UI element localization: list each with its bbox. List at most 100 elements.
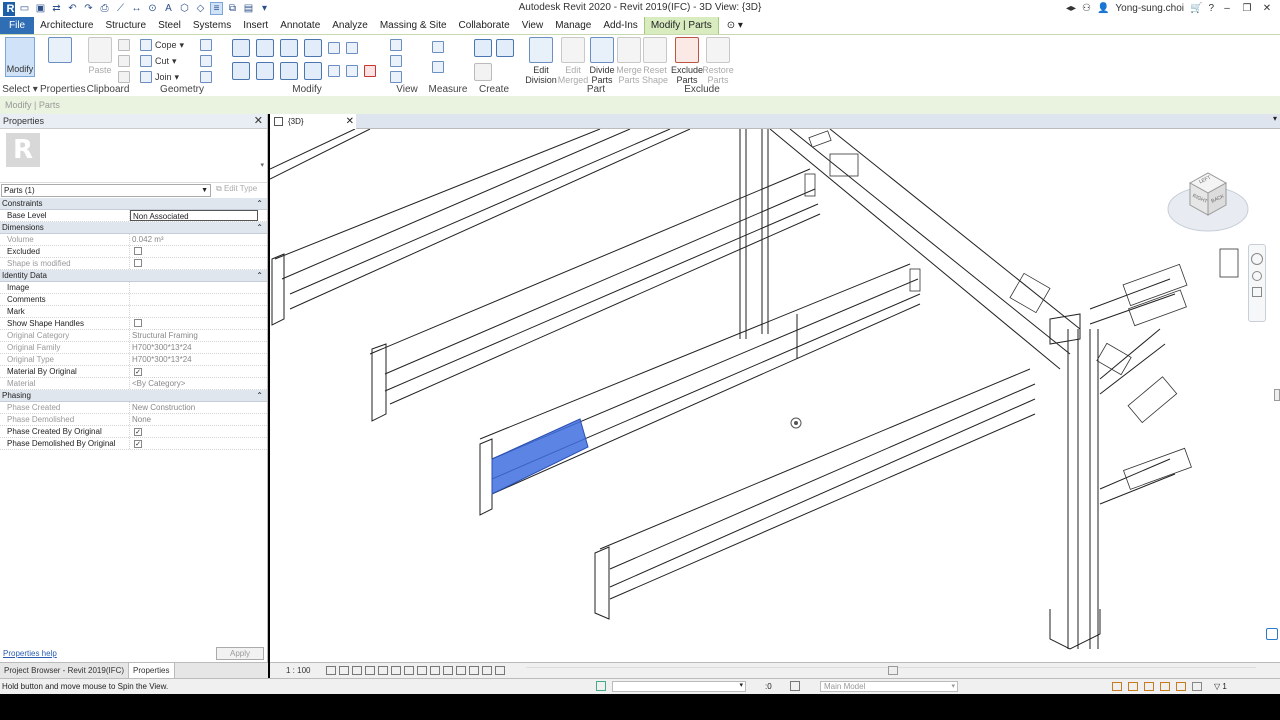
split-face-icon[interactable] xyxy=(200,39,212,51)
customize-qat-icon[interactable]: ▾ xyxy=(258,2,271,15)
instance-filter-select[interactable]: Parts (1) ▼ xyxy=(1,184,211,197)
reveal-hidden-icon[interactable] xyxy=(443,666,453,675)
revit-logo-icon[interactable]: R xyxy=(3,1,15,16)
demolish-icon[interactable] xyxy=(200,71,212,83)
sun-path-icon[interactable] xyxy=(352,666,362,675)
tab-properties[interactable]: Properties xyxy=(129,663,175,678)
temporary-hide-icon[interactable] xyxy=(430,666,440,675)
open-icon[interactable]: ▭ xyxy=(18,2,31,15)
scale-icon[interactable] xyxy=(346,65,358,77)
offset-icon[interactable] xyxy=(256,39,274,57)
move-icon[interactable] xyxy=(232,62,250,80)
back-arrow-icon[interactable]: ◂▸ xyxy=(1066,3,1076,14)
worksharing-monitor-icon[interactable] xyxy=(1266,628,1278,640)
crop-view-icon[interactable] xyxy=(391,666,401,675)
help-icon[interactable]: ? xyxy=(1208,3,1214,14)
paint-icon[interactable] xyxy=(200,55,212,67)
modify-button[interactable]: Modify xyxy=(5,37,35,77)
mark-field[interactable] xyxy=(130,306,267,317)
split-icon[interactable] xyxy=(328,42,340,54)
3d-view-icon[interactable]: ⬡ xyxy=(178,2,191,15)
copy-icon[interactable] xyxy=(256,62,274,80)
collapse-icon[interactable]: ⌃ xyxy=(256,222,263,234)
zoom-icon[interactable] xyxy=(1252,271,1262,281)
mirror-draw-icon[interactable] xyxy=(304,39,322,57)
switch-windows-icon[interactable]: ▤ xyxy=(242,2,255,15)
image-field[interactable] xyxy=(130,282,267,293)
drawing-canvas[interactable]: LEFT BACK RIGHT xyxy=(270,129,1280,662)
tab-analyze[interactable]: Analyze xyxy=(326,17,374,34)
type-selector-dropdown-icon[interactable]: ▾ xyxy=(260,161,264,169)
cut-clipboard-icon[interactable] xyxy=(118,39,130,51)
aligned-dimension-ribbon-icon[interactable] xyxy=(432,61,444,73)
detail-level-icon[interactable] xyxy=(326,666,336,675)
drag-elements-icon[interactable] xyxy=(1176,682,1186,691)
tab-structure[interactable]: Structure xyxy=(99,17,152,34)
excluded-checkbox[interactable] xyxy=(134,247,142,255)
tab-modify-parts[interactable]: Modify | Parts xyxy=(643,17,719,34)
type-properties-button[interactable] xyxy=(44,37,76,65)
sync-icon[interactable]: ⇄ xyxy=(50,2,63,15)
close-hidden-icon[interactable]: ⧉ xyxy=(226,2,239,15)
collapse-icon[interactable]: ⌃ xyxy=(256,198,263,210)
mirror-axis-icon[interactable] xyxy=(280,39,298,57)
view-scale[interactable]: 1 : 100 xyxy=(286,666,310,675)
base-level-field[interactable]: Non Associated xyxy=(130,210,258,221)
measure-icon[interactable]: ⟋ xyxy=(114,2,127,15)
tab-systems[interactable]: Systems xyxy=(187,17,237,34)
group-dimensions[interactable]: Dimensions ⌃ xyxy=(0,222,267,234)
save-icon[interactable]: ▣ xyxy=(34,2,47,15)
array-icon[interactable] xyxy=(328,65,340,77)
section-icon[interactable]: ◇ xyxy=(194,2,207,15)
close-properties-icon[interactable]: ✕ xyxy=(254,114,263,129)
unlock-view-icon[interactable] xyxy=(417,666,427,675)
override-graphics-icon[interactable] xyxy=(390,55,402,67)
binoculars-icon[interactable]: ⚇ xyxy=(1082,3,1091,14)
edit-merged-button[interactable]: Edit Merged xyxy=(557,37,589,85)
select-by-face-icon[interactable] xyxy=(1160,682,1170,691)
thin-lines-icon[interactable]: ≡ xyxy=(210,2,223,15)
background-processes-icon[interactable] xyxy=(1192,682,1202,691)
shadows-icon[interactable] xyxy=(365,666,375,675)
temporary-view-properties-icon[interactable] xyxy=(456,666,466,675)
linework-icon[interactable] xyxy=(390,71,402,83)
visual-style-icon[interactable] xyxy=(339,666,349,675)
tab-manage[interactable]: Manage xyxy=(549,17,597,34)
steering-wheel-icon[interactable] xyxy=(1251,253,1263,265)
tab-steel[interactable]: Steel xyxy=(152,17,187,34)
user-name[interactable]: Yong-sung.choi xyxy=(1115,3,1184,14)
select-links-icon[interactable] xyxy=(1112,682,1122,691)
group-identity-data[interactable]: Identity Data ⌃ xyxy=(0,270,267,282)
measure-between-icon[interactable] xyxy=(432,41,444,53)
align-icon[interactable] xyxy=(232,39,250,57)
rotate-icon[interactable] xyxy=(280,62,298,80)
copy-clipboard-icon[interactable] xyxy=(118,55,130,67)
view-tabs-menu-icon[interactable]: ▾ xyxy=(1273,114,1277,123)
text-icon[interactable]: A xyxy=(162,2,175,15)
design-options-icon[interactable] xyxy=(790,681,800,691)
reset-shape-button[interactable]: Reset Shape xyxy=(639,37,671,85)
properties-help-link[interactable]: Properties help xyxy=(3,649,57,658)
phase-created-by-original-checkbox[interactable]: ✓ xyxy=(134,428,142,436)
tab-collaborate[interactable]: Collaborate xyxy=(453,17,516,34)
tab-add-ins[interactable]: Add-Ins xyxy=(597,17,643,34)
group-constraints[interactable]: Constraints ⌃ xyxy=(0,198,267,210)
edit-type-button[interactable]: ⧉ Edit Type xyxy=(216,184,257,194)
select-dropdown[interactable]: Select ▾ xyxy=(0,84,40,95)
tag-icon[interactable]: ⊙ xyxy=(146,2,159,15)
zoom-region-icon[interactable] xyxy=(1252,287,1262,297)
undo-icon[interactable]: ↶ xyxy=(66,2,79,15)
tab-architecture[interactable]: Architecture xyxy=(34,17,99,34)
join-button[interactable]: Join ▾ xyxy=(140,71,179,83)
cope-button[interactable]: Cope ▾ xyxy=(140,39,184,51)
user-icon[interactable]: 👤 xyxy=(1097,3,1109,14)
horizontal-scrollbar[interactable] xyxy=(526,666,1256,675)
ribbon-display-options-icon[interactable]: ⊙ ▾ xyxy=(719,17,751,34)
tab-file[interactable]: File xyxy=(0,17,35,34)
highlight-displacement-icon[interactable] xyxy=(495,666,505,675)
comments-field[interactable] xyxy=(130,294,267,305)
redo-icon[interactable]: ↷ xyxy=(82,2,95,15)
cut-button[interactable]: Cut ▾ xyxy=(140,55,177,67)
viewcube[interactable]: LEFT BACK RIGHT xyxy=(1166,167,1250,237)
show-crop-icon[interactable] xyxy=(404,666,414,675)
